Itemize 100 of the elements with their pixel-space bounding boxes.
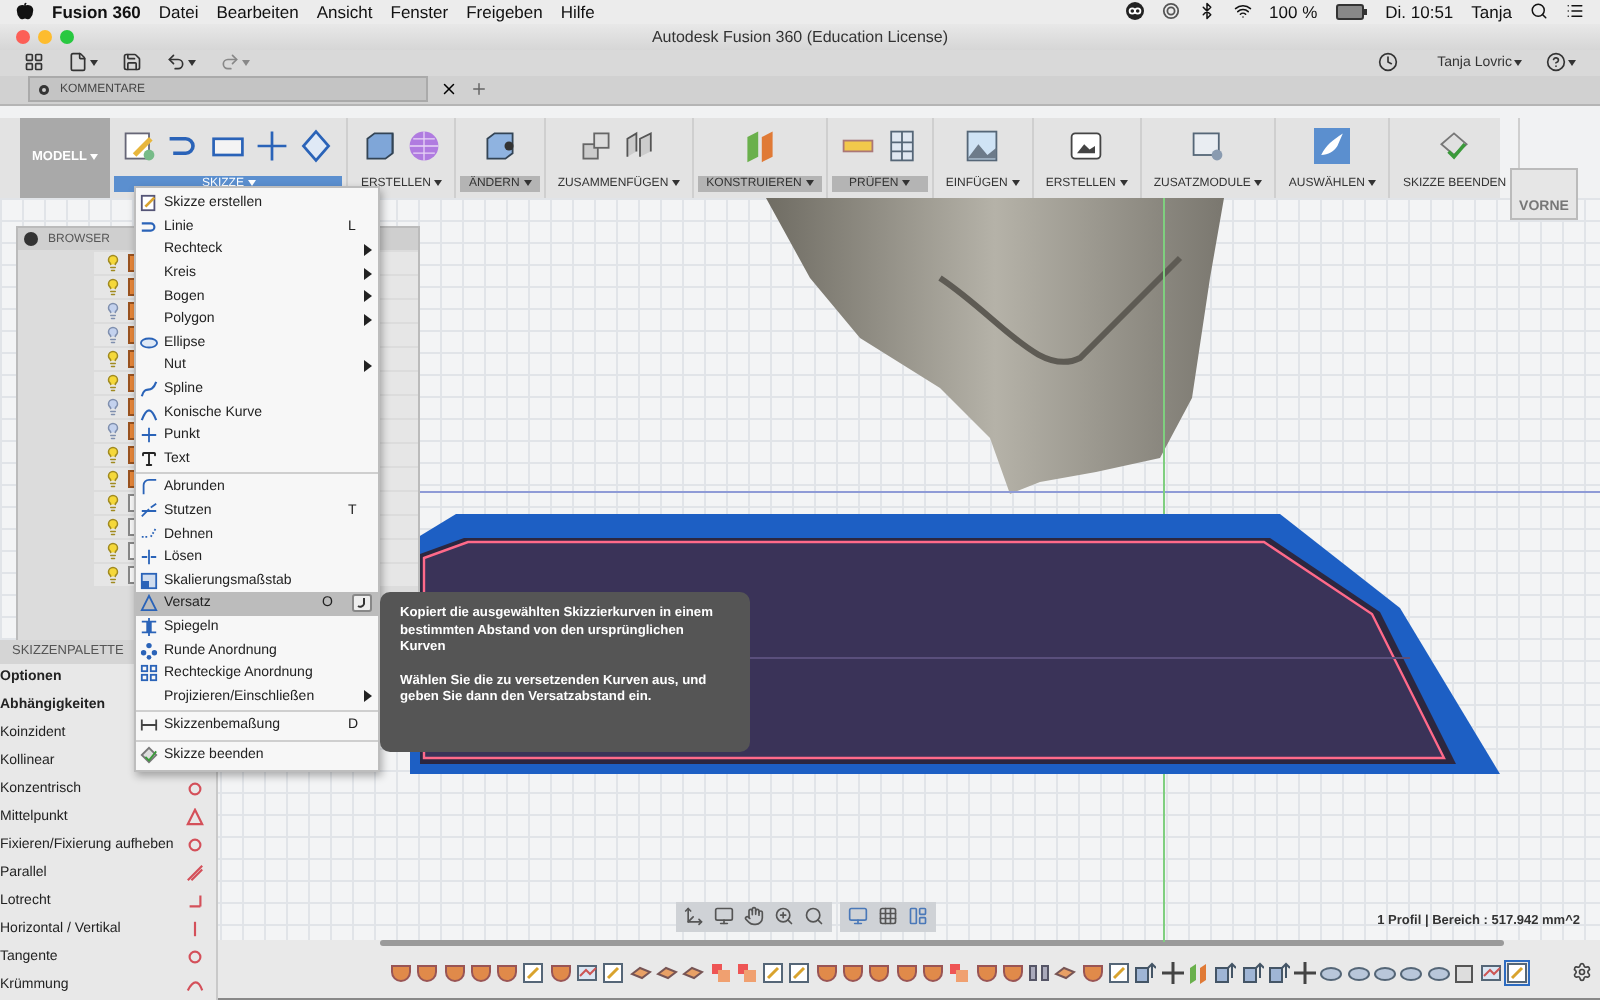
fillet-feature-icon <box>921 961 944 983</box>
pan-icon <box>744 906 764 927</box>
timeline-step[interactable] <box>1001 961 1024 983</box>
timeline-step[interactable] <box>975 961 998 983</box>
timeline-step[interactable] <box>1214 961 1237 983</box>
apps-button[interactable] <box>24 52 44 73</box>
timeline-step[interactable] <box>1480 961 1503 983</box>
user-name[interactable]: Tanja <box>1471 1 1512 22</box>
orbit-icon <box>684 906 704 927</box>
timeline-step[interactable] <box>1134 961 1157 983</box>
timeline-step[interactable] <box>549 961 572 983</box>
text-tool-icon <box>140 449 158 468</box>
plane-feature-icon <box>1187 961 1210 983</box>
timeline-step[interactable] <box>788 961 811 983</box>
timeline-step[interactable] <box>921 961 944 983</box>
timeline-step[interactable] <box>682 961 705 983</box>
timeline-step[interactable] <box>522 961 545 983</box>
split-body-icon <box>948 961 971 983</box>
timeline-step[interactable] <box>602 961 625 983</box>
constraint-icon <box>186 836 204 855</box>
fillet-feature-icon <box>416 961 439 983</box>
render-icon <box>1068 128 1105 165</box>
timeline-step[interactable] <box>629 961 652 983</box>
timeline-step[interactable] <box>895 961 918 983</box>
menu-item[interactable]: Fenster <box>390 1 449 22</box>
extrude-feature-icon <box>1134 961 1157 983</box>
fillet-feature-icon <box>443 961 466 983</box>
timeline-step[interactable] <box>1506 961 1529 983</box>
combine-feature-icon <box>682 961 705 983</box>
save-button[interactable] <box>122 52 142 73</box>
timeline-step[interactable] <box>1267 961 1290 983</box>
timeline-step[interactable] <box>1241 961 1263 983</box>
caret-icon <box>242 59 250 66</box>
timeline-scrollbar[interactable] <box>380 940 1504 947</box>
clock-text[interactable]: Di. 10:51 <box>1385 1 1454 22</box>
caret-icon <box>188 59 196 66</box>
timeline-step[interactable] <box>443 961 466 983</box>
menu-item[interactable]: Hilfe <box>560 1 595 22</box>
timeline-step[interactable] <box>469 961 492 983</box>
timeline-step[interactable] <box>1054 961 1077 983</box>
scale-icon <box>140 571 158 590</box>
timeline-step[interactable] <box>842 961 865 983</box>
timeline-step[interactable] <box>1294 961 1317 983</box>
help-button[interactable] <box>1546 52 1576 73</box>
app-menu[interactable]: Fusion 360 <box>52 1 141 22</box>
offset-plane-icon <box>741 128 778 165</box>
constraint-icon <box>186 780 204 799</box>
timeline-step[interactable] <box>815 961 838 983</box>
timeline-step[interactable] <box>1108 961 1131 983</box>
timeline-step[interactable] <box>655 961 678 983</box>
menu-item[interactable]: Ansicht <box>316 1 373 22</box>
file-button[interactable] <box>68 52 98 73</box>
battery-icon <box>1335 3 1368 20</box>
gear-icon <box>38 83 50 96</box>
extrude-box-icon <box>361 128 398 165</box>
polygon-icon <box>298 128 335 165</box>
timeline-step[interactable] <box>1427 961 1450 983</box>
surface-feature-icon <box>1400 961 1423 983</box>
caret-icon <box>434 180 443 187</box>
undo-button[interactable] <box>166 52 196 73</box>
fillet-feature-icon <box>895 961 918 983</box>
split-body-icon <box>735 961 758 983</box>
redo-button[interactable] <box>220 52 250 73</box>
timeline-step[interactable] <box>868 961 891 983</box>
caret-icon <box>1011 180 1020 187</box>
finish-icon <box>140 745 158 764</box>
sketch-profile-icon <box>1480 961 1503 983</box>
spline-icon <box>140 380 158 399</box>
timeline-step[interactable] <box>1028 961 1051 983</box>
timeline-step[interactable] <box>1400 961 1423 983</box>
menu-item[interactable]: Bearbeiten <box>216 1 299 22</box>
display-icon <box>848 906 868 927</box>
conic-icon <box>140 403 158 422</box>
sketch-feature-icon <box>1108 961 1131 983</box>
caret-icon <box>90 154 99 161</box>
menu-item[interactable]: Datei <box>158 1 199 22</box>
timeline-step[interactable] <box>1161 961 1184 983</box>
list-icon <box>1566 2 1584 21</box>
caret-icon <box>90 59 98 66</box>
press-pull-icon <box>482 128 519 165</box>
surface-feature-icon <box>1373 961 1396 983</box>
timeline-step[interactable] <box>1347 961 1370 983</box>
timeline-step[interactable] <box>1081 961 1104 983</box>
timeline-step[interactable] <box>1373 961 1396 983</box>
toggle-icon <box>24 232 38 246</box>
timeline-step[interactable] <box>1320 961 1343 983</box>
menu-item[interactable]: Freigeben <box>466 1 543 22</box>
body-feature-icon <box>1453 961 1476 983</box>
fillet-feature-icon <box>842 961 865 983</box>
timeline-step[interactable] <box>390 961 412 983</box>
mirror-icon <box>140 617 158 636</box>
history-button[interactable] <box>1377 52 1398 73</box>
timeline-step[interactable] <box>416 961 439 983</box>
timeline-step[interactable] <box>576 961 599 983</box>
timeline-step[interactable] <box>1453 961 1476 983</box>
timeline-step[interactable] <box>496 961 519 983</box>
caret-icon <box>805 180 814 187</box>
timeline-step[interactable] <box>762 961 785 983</box>
break-icon <box>140 548 158 567</box>
move-feature-icon <box>1161 961 1184 983</box>
